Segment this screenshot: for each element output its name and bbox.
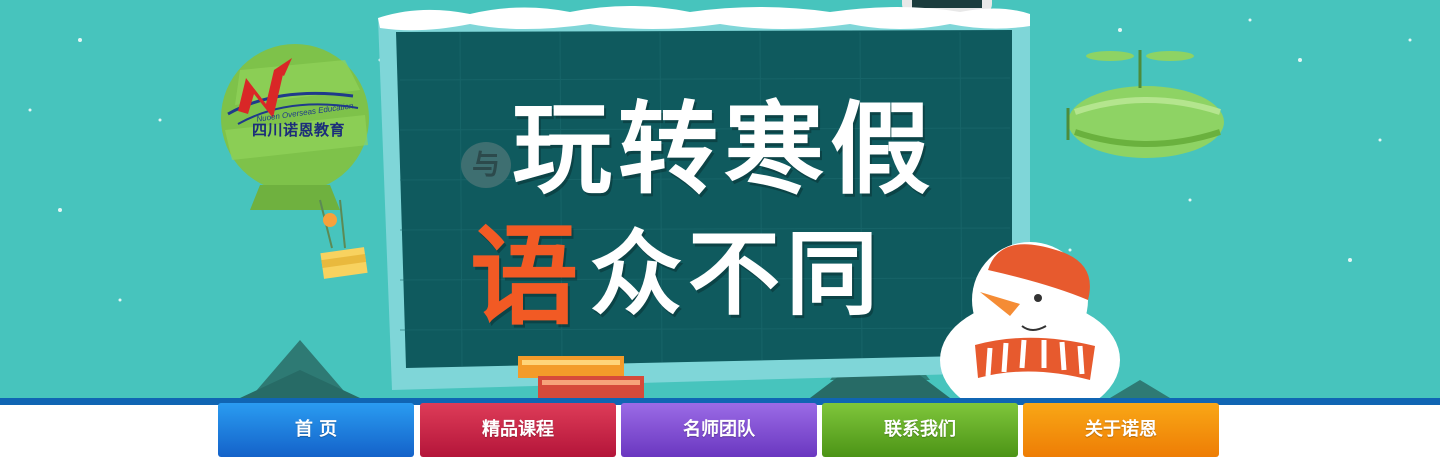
headline-line-2: 众不同	[590, 220, 885, 328]
yu-character-badge: 与	[461, 142, 511, 188]
headline-highlight-char: 语	[470, 214, 585, 340]
airship	[1066, 50, 1224, 158]
nav-item-teachers[interactable]: 名师团队	[621, 403, 817, 457]
main-nav: 首 页 精品课程 名师团队 联系我们 关于诺恩	[218, 403, 1220, 457]
nav-item-courses[interactable]: 精品课程	[420, 403, 616, 457]
page: 与 玩转寒假 语 众不同 Nuoen Overseas Education 四川…	[0, 0, 1440, 460]
logo[interactable]: Nuoen Overseas Education 四川诺恩教育	[218, 56, 368, 146]
nav-item-about[interactable]: 关于诺恩	[1023, 403, 1219, 457]
logo-chinese-text: 四川诺恩教育	[252, 121, 346, 139]
nav-item-contact[interactable]: 联系我们	[822, 403, 1018, 457]
hero-banner: 与 玩转寒假 语 众不同 Nuoen Overseas Education 四川…	[0, 0, 1440, 398]
nav-item-home[interactable]: 首 页	[218, 403, 414, 457]
